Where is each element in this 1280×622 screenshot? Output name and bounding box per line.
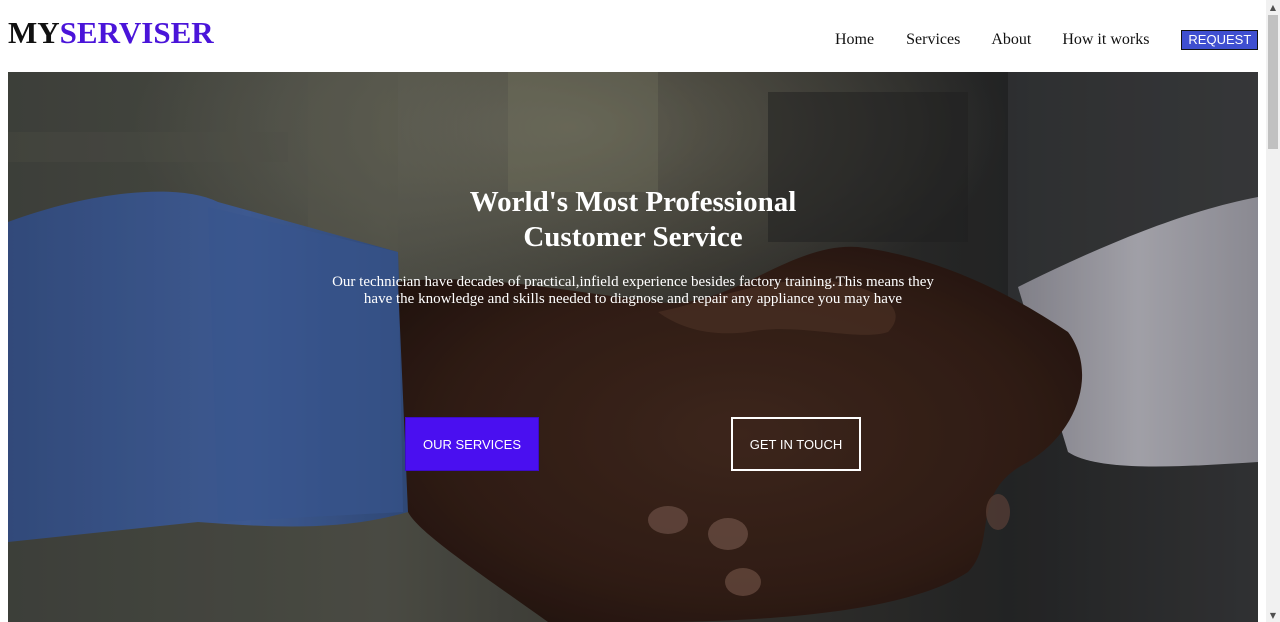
- handshake-background-image: [8, 72, 1258, 622]
- our-services-button[interactable]: OUR SERVICES: [405, 417, 539, 471]
- site-logo[interactable]: MYSERVISER: [8, 14, 214, 52]
- arrow-up-icon[interactable]: ▲: [1266, 0, 1280, 14]
- logo-text-my: MY: [8, 15, 60, 50]
- arrow-down-icon[interactable]: ▼: [1266, 608, 1280, 622]
- page: MYSERVISER Home Services About How it wo…: [0, 0, 1280, 622]
- hero-title-line-1: World's Most Professional: [469, 186, 797, 218]
- hero-title: World's Most Professional Customer Servi…: [8, 185, 1258, 255]
- hero-section: World's Most Professional Customer Servi…: [8, 72, 1258, 622]
- request-button[interactable]: REQUEST: [1181, 30, 1259, 50]
- hero-description: Our technician have decades of practical…: [332, 274, 934, 307]
- scrollbar-thumb[interactable]: [1268, 15, 1278, 149]
- logo-text-serviser: SERVISER: [59, 15, 214, 50]
- nav-link-how-it-works[interactable]: How it works: [1062, 30, 1149, 50]
- nav-link-home[interactable]: Home: [835, 30, 874, 50]
- site-header: MYSERVISER Home Services About How it wo…: [0, 0, 1266, 72]
- main-nav: Home Services About How it works REQUEST: [835, 30, 1259, 50]
- vertical-scrollbar[interactable]: ▲ ▼: [1266, 0, 1280, 622]
- nav-link-services[interactable]: Services: [906, 30, 960, 50]
- get-in-touch-button[interactable]: GET IN TOUCH: [731, 417, 861, 471]
- hero-title-line-2: Customer Service: [523, 221, 743, 253]
- nav-link-about[interactable]: About: [991, 30, 1031, 50]
